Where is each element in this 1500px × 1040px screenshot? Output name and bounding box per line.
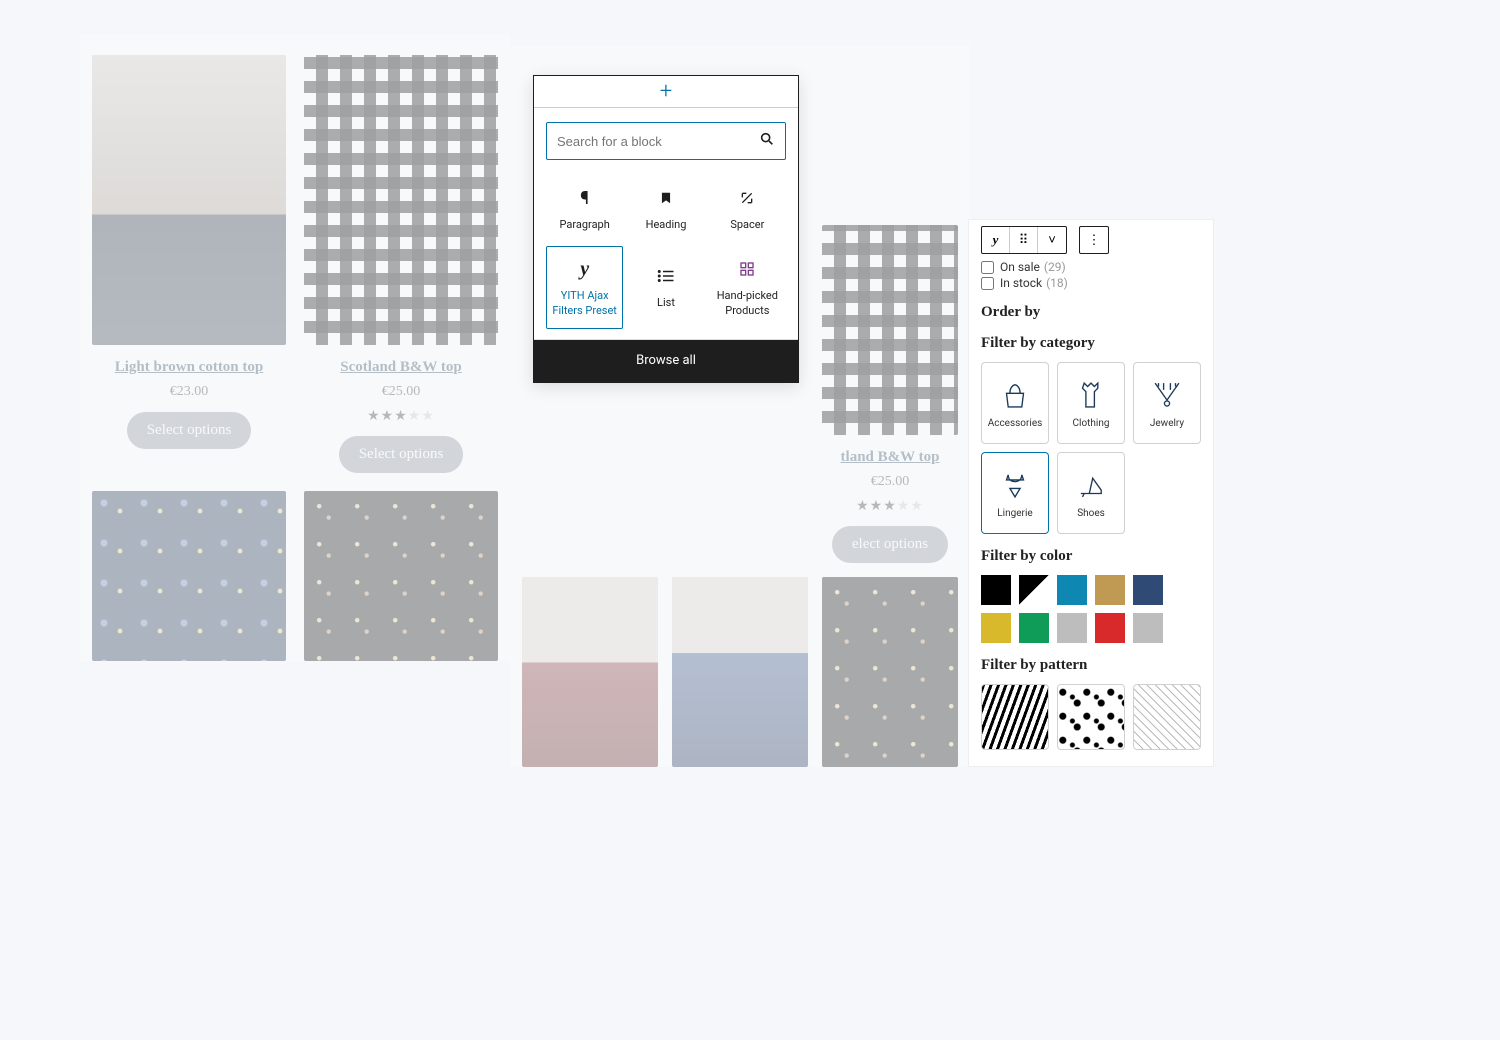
in-stock-checkbox[interactable]: In stock(18) [981, 276, 1201, 290]
color-swatch-bw[interactable] [1019, 575, 1049, 605]
select-options-button[interactable]: elect options [832, 526, 948, 563]
yith-icon: y [580, 257, 589, 281]
product-card [304, 491, 498, 661]
block-search-input[interactable] [546, 122, 786, 160]
product-image [304, 55, 498, 345]
color-swatch-lightgrey[interactable] [1133, 613, 1163, 643]
product-image [92, 55, 286, 345]
filter-category-heading: Filter by category [981, 335, 1201, 352]
list-icon [657, 264, 675, 288]
color-swatch-navy[interactable] [1133, 575, 1163, 605]
select-options-button[interactable]: Select options [127, 412, 252, 449]
category-accessories[interactable]: Accessories [981, 362, 1049, 444]
drag-handle-icon[interactable]: ⠿ [1010, 227, 1038, 253]
pattern-swatch-zebra[interactable] [981, 684, 1049, 750]
color-swatch-yellow[interactable] [981, 613, 1011, 643]
product-image [672, 577, 808, 767]
paragraph-icon: ¶ [580, 186, 589, 210]
color-swatch-grey[interactable] [1057, 613, 1087, 643]
block-toolbar: y ⠿ ˅ [981, 226, 1067, 254]
block-more-toolbar: ⋮ [1079, 226, 1109, 254]
product-title[interactable]: tland B&W top [822, 449, 958, 466]
product-card [522, 577, 658, 767]
more-icon[interactable]: ⋮ [1080, 227, 1108, 253]
search-icon [759, 131, 775, 151]
category-clothing[interactable]: Clothing [1057, 362, 1125, 444]
chevron-down-icon[interactable]: ˅ [1038, 227, 1066, 253]
order-by-heading: Order by [981, 304, 1201, 321]
search-input[interactable] [557, 134, 759, 149]
resize-icon [739, 186, 755, 210]
product-card [92, 491, 286, 661]
product-price: €25.00 [822, 474, 958, 490]
color-swatch-tan[interactable] [1095, 575, 1125, 605]
color-swatch-teal[interactable] [1057, 575, 1087, 605]
product-card: Scotland B&W top €25.00 ★★★★★ Select opt… [304, 55, 498, 473]
yith-icon[interactable]: y [982, 227, 1010, 253]
product-rating: ★★★★★ [822, 498, 958, 514]
product-image [822, 577, 958, 767]
bookmark-icon [659, 186, 673, 210]
block-paragraph[interactable]: ¶ Paragraph [546, 176, 623, 242]
pattern-swatch-stripe[interactable] [1133, 684, 1201, 750]
filter-pattern-heading: Filter by pattern [981, 657, 1201, 674]
category-shoes[interactable]: Shoes [1057, 452, 1125, 534]
product-rating: ★★★★★ [304, 408, 498, 424]
grid-icon [739, 257, 755, 281]
color-swatch-black[interactable] [981, 575, 1011, 605]
product-price: €23.00 [92, 384, 286, 400]
product-image [522, 577, 658, 767]
product-price: €25.00 [304, 384, 498, 400]
block-yith-ajax-filters[interactable]: y YITH Ajax Filters Preset [546, 246, 623, 329]
product-card: Light brown cotton top €23.00 Select opt… [92, 55, 286, 473]
product-card [822, 577, 958, 767]
block-heading[interactable]: Heading [627, 176, 704, 242]
pattern-swatch-floral[interactable] [1057, 684, 1125, 750]
select-options-button[interactable]: Select options [339, 436, 464, 473]
block-handpicked-products[interactable]: Hand-picked Products [709, 246, 786, 329]
block-spacer[interactable]: Spacer [709, 176, 786, 242]
add-block-button[interactable]: + [534, 76, 798, 108]
product-grid-left: Light brown cotton top €23.00 Select opt… [80, 35, 510, 661]
filter-color-heading: Filter by color [981, 548, 1201, 565]
category-jewelry[interactable]: Jewelry [1133, 362, 1201, 444]
product-image [304, 491, 498, 661]
product-title[interactable]: Light brown cotton top [92, 359, 286, 376]
category-lingerie[interactable]: Lingerie [981, 452, 1049, 534]
color-swatch-red[interactable] [1095, 613, 1125, 643]
product-card: tland B&W top €25.00 ★★★★★ elect options [822, 225, 958, 563]
block-inserter-popover: + ¶ Paragraph Heading Space [533, 75, 799, 383]
product-title[interactable]: Scotland B&W top [304, 359, 498, 376]
product-image [822, 225, 958, 435]
block-list[interactable]: List [627, 246, 704, 329]
on-sale-checkbox[interactable]: On sale(29) [981, 260, 1201, 274]
product-image [92, 491, 286, 661]
browse-all-button[interactable]: Browse all [534, 340, 798, 382]
product-card [672, 577, 808, 767]
filters-sidebar: y ⠿ ˅ ⋮ On sale(29) In stock(18) Order b… [969, 220, 1213, 766]
color-swatch-green[interactable] [1019, 613, 1049, 643]
